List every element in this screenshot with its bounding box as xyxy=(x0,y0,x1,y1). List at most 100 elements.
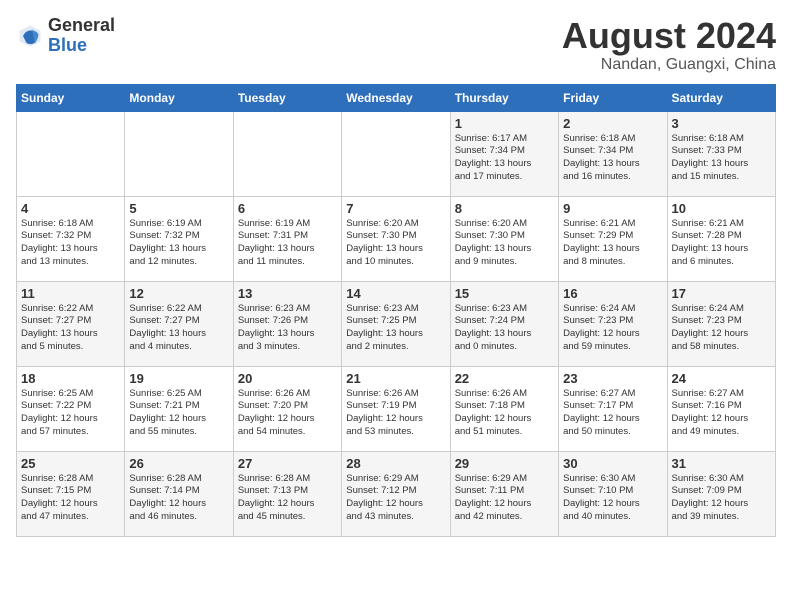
calendar-day-cell: 11 Sunrise: 6:22 AM Sunset: 7:27 PM Dayli… xyxy=(17,281,125,366)
calendar-day-cell: 7Sunrise: 6:20 AM Sunset: 7:30 PM Daylig… xyxy=(342,196,450,281)
calendar-day-cell: 13Sunrise: 6:23 AM Sunset: 7:26 PM Dayli… xyxy=(233,281,341,366)
logo-text: General Blue xyxy=(48,16,115,56)
calendar-week-row: 4 Sunrise: 6:18 AM Sunset: 7:32 PM Daylig… xyxy=(17,196,776,281)
day-info: Sunrise: 6:28 AM Sunset: 7:15 PM Dayligh… xyxy=(21,473,120,524)
weekday-header-cell: Monday xyxy=(125,84,233,111)
calendar-day-cell: 29 Sunrise: 6:29 AM Sunset: 7:11 PM Dayli… xyxy=(450,451,558,536)
day-info: Sunrise: 6:25 AM Sunset: 7:22 PM Dayligh… xyxy=(21,388,120,439)
weekday-header-cell: Tuesday xyxy=(233,84,341,111)
day-number: 12 xyxy=(129,286,228,301)
day-number: 4 xyxy=(21,201,120,216)
calendar-day-cell: 25 Sunrise: 6:28 AM Sunset: 7:15 PM Dayli… xyxy=(17,451,125,536)
calendar-day-cell: 8 Sunrise: 6:20 AM Sunset: 7:30 PM Daylig… xyxy=(450,196,558,281)
weekday-header-cell: Friday xyxy=(559,84,667,111)
day-number: 1 xyxy=(455,116,554,131)
day-number: 6 xyxy=(238,201,337,216)
calendar-day-cell: 21Sunrise: 6:26 AM Sunset: 7:19 PM Dayli… xyxy=(342,366,450,451)
day-number: 9 xyxy=(563,201,662,216)
day-number: 17 xyxy=(672,286,771,301)
day-info: Sunrise: 6:17 AM Sunset: 7:34 PM Dayligh… xyxy=(455,133,554,184)
day-info: Sunrise: 6:18 AM Sunset: 7:33 PM Dayligh… xyxy=(672,133,771,184)
day-info: Sunrise: 6:30 AM Sunset: 7:10 PM Dayligh… xyxy=(563,473,662,524)
calendar-day-cell xyxy=(342,111,450,196)
calendar-day-cell xyxy=(17,111,125,196)
day-info: Sunrise: 6:18 AM Sunset: 7:34 PM Dayligh… xyxy=(563,133,662,184)
day-number: 21 xyxy=(346,371,445,386)
day-info: Sunrise: 6:30 AM Sunset: 7:09 PM Dayligh… xyxy=(672,473,771,524)
day-number: 26 xyxy=(129,456,228,471)
weekday-header-cell: Sunday xyxy=(17,84,125,111)
day-info: Sunrise: 6:29 AM Sunset: 7:12 PM Dayligh… xyxy=(346,473,445,524)
calendar-day-cell: 9 Sunrise: 6:21 AM Sunset: 7:29 PM Daylig… xyxy=(559,196,667,281)
day-info: Sunrise: 6:24 AM Sunset: 7:23 PM Dayligh… xyxy=(672,303,771,354)
calendar-day-cell: 24Sunrise: 6:27 AM Sunset: 7:16 PM Dayli… xyxy=(667,366,775,451)
calendar-day-cell: 1 Sunrise: 6:17 AM Sunset: 7:34 PM Daylig… xyxy=(450,111,558,196)
calendar-day-cell xyxy=(233,111,341,196)
day-number: 30 xyxy=(563,456,662,471)
calendar-day-cell: 20 Sunrise: 6:26 AM Sunset: 7:20 PM Dayli… xyxy=(233,366,341,451)
day-number: 8 xyxy=(455,201,554,216)
page-header: General Blue August 2024 Nandan, Guangxi… xyxy=(16,16,776,74)
day-info: Sunrise: 6:18 AM Sunset: 7:32 PM Dayligh… xyxy=(21,218,120,269)
day-info: Sunrise: 6:20 AM Sunset: 7:30 PM Dayligh… xyxy=(455,218,554,269)
day-info: Sunrise: 6:25 AM Sunset: 7:21 PM Dayligh… xyxy=(129,388,228,439)
day-number: 3 xyxy=(672,116,771,131)
calendar-day-cell: 23 Sunrise: 6:27 AM Sunset: 7:17 PM Dayli… xyxy=(559,366,667,451)
logo-icon xyxy=(16,22,44,50)
day-number: 11 xyxy=(21,286,120,301)
title-block: August 2024 Nandan, Guangxi, China xyxy=(562,16,776,74)
day-number: 27 xyxy=(238,456,337,471)
calendar-day-cell: 31 Sunrise: 6:30 AM Sunset: 7:09 PM Dayli… xyxy=(667,451,775,536)
location-subtitle: Nandan, Guangxi, China xyxy=(562,56,776,74)
day-info: Sunrise: 6:27 AM Sunset: 7:17 PM Dayligh… xyxy=(563,388,662,439)
day-info: Sunrise: 6:21 AM Sunset: 7:28 PM Dayligh… xyxy=(672,218,771,269)
calendar-table: SundayMondayTuesdayWednesdayThursdayFrid… xyxy=(16,84,776,537)
calendar-day-cell: 30 Sunrise: 6:30 AM Sunset: 7:10 PM Dayli… xyxy=(559,451,667,536)
day-info: Sunrise: 6:22 AM Sunset: 7:27 PM Dayligh… xyxy=(21,303,120,354)
calendar-day-cell: 16Sunrise: 6:24 AM Sunset: 7:23 PM Dayli… xyxy=(559,281,667,366)
calendar-day-cell: 3 Sunrise: 6:18 AM Sunset: 7:33 PM Daylig… xyxy=(667,111,775,196)
day-info: Sunrise: 6:24 AM Sunset: 7:23 PM Dayligh… xyxy=(563,303,662,354)
day-number: 10 xyxy=(672,201,771,216)
day-number: 29 xyxy=(455,456,554,471)
day-info: Sunrise: 6:23 AM Sunset: 7:24 PM Dayligh… xyxy=(455,303,554,354)
day-info: Sunrise: 6:28 AM Sunset: 7:13 PM Dayligh… xyxy=(238,473,337,524)
day-number: 25 xyxy=(21,456,120,471)
day-number: 20 xyxy=(238,371,337,386)
calendar-day-cell: 19 Sunrise: 6:25 AM Sunset: 7:21 PM Dayli… xyxy=(125,366,233,451)
calendar-day-cell: 2 Sunrise: 6:18 AM Sunset: 7:34 PM Daylig… xyxy=(559,111,667,196)
calendar-day-cell: 27 Sunrise: 6:28 AM Sunset: 7:13 PM Dayli… xyxy=(233,451,341,536)
day-number: 31 xyxy=(672,456,771,471)
day-number: 7 xyxy=(346,201,445,216)
calendar-week-row: 18Sunrise: 6:25 AM Sunset: 7:22 PM Dayli… xyxy=(17,366,776,451)
calendar-week-row: 11 Sunrise: 6:22 AM Sunset: 7:27 PM Dayli… xyxy=(17,281,776,366)
day-info: Sunrise: 6:28 AM Sunset: 7:14 PM Dayligh… xyxy=(129,473,228,524)
day-number: 19 xyxy=(129,371,228,386)
month-year-title: August 2024 xyxy=(562,16,776,56)
day-info: Sunrise: 6:29 AM Sunset: 7:11 PM Dayligh… xyxy=(455,473,554,524)
calendar-body: 1 Sunrise: 6:17 AM Sunset: 7:34 PM Daylig… xyxy=(17,111,776,536)
day-info: Sunrise: 6:26 AM Sunset: 7:20 PM Dayligh… xyxy=(238,388,337,439)
calendar-day-cell: 22Sunrise: 6:26 AM Sunset: 7:18 PM Dayli… xyxy=(450,366,558,451)
day-info: Sunrise: 6:21 AM Sunset: 7:29 PM Dayligh… xyxy=(563,218,662,269)
day-info: Sunrise: 6:19 AM Sunset: 7:31 PM Dayligh… xyxy=(238,218,337,269)
calendar-day-cell: 17 Sunrise: 6:24 AM Sunset: 7:23 PM Dayli… xyxy=(667,281,775,366)
calendar-day-cell: 5Sunrise: 6:19 AM Sunset: 7:32 PM Daylig… xyxy=(125,196,233,281)
weekday-header-cell: Thursday xyxy=(450,84,558,111)
day-number: 28 xyxy=(346,456,445,471)
day-info: Sunrise: 6:26 AM Sunset: 7:18 PM Dayligh… xyxy=(455,388,554,439)
weekday-header-cell: Wednesday xyxy=(342,84,450,111)
day-number: 24 xyxy=(672,371,771,386)
logo: General Blue xyxy=(16,16,115,56)
weekday-header-cell: Saturday xyxy=(667,84,775,111)
day-number: 14 xyxy=(346,286,445,301)
day-number: 5 xyxy=(129,201,228,216)
day-number: 23 xyxy=(563,371,662,386)
calendar-day-cell: 28 Sunrise: 6:29 AM Sunset: 7:12 PM Dayli… xyxy=(342,451,450,536)
weekday-header-row: SundayMondayTuesdayWednesdayThursdayFrid… xyxy=(17,84,776,111)
calendar-week-row: 25 Sunrise: 6:28 AM Sunset: 7:15 PM Dayli… xyxy=(17,451,776,536)
calendar-day-cell: 6 Sunrise: 6:19 AM Sunset: 7:31 PM Daylig… xyxy=(233,196,341,281)
calendar-day-cell: 4 Sunrise: 6:18 AM Sunset: 7:32 PM Daylig… xyxy=(17,196,125,281)
calendar-day-cell xyxy=(125,111,233,196)
day-number: 2 xyxy=(563,116,662,131)
